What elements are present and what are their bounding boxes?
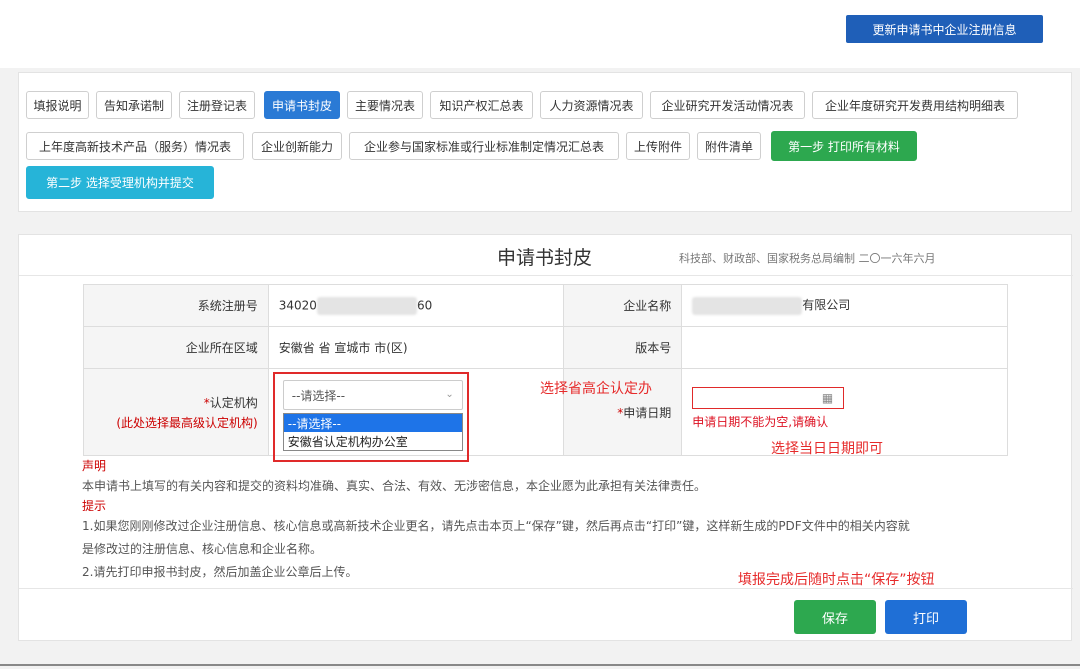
region-value: 安徽省 省 宣城市 市(区) xyxy=(267,326,565,369)
reg-no-prefix: 34020 xyxy=(278,298,317,312)
table-row: 系统注册号 34020 60 企业名称 有限公司 xyxy=(83,284,1008,327)
tab-commitment[interactable]: 告知承诺制 xyxy=(96,91,172,119)
tab-cover[interactable]: 申请书封皮 xyxy=(264,91,340,119)
update-registration-button[interactable]: 更新申请书中企业注册信息 xyxy=(846,15,1043,43)
print-button[interactable]: 打印 xyxy=(885,600,967,634)
bottom-divider xyxy=(0,664,1080,666)
agency-note: (此处选择最高级认定机构) xyxy=(116,415,258,430)
tips-heading: 提示 xyxy=(82,499,107,513)
tab-attachment-list[interactable]: 附件清单 xyxy=(697,132,761,160)
nav-tabs-panel: 填报说明 告知承诺制 注册登记表 申请书封皮 主要情况表 知识产权汇总表 人力资… xyxy=(18,72,1072,212)
tip-line: 是修改过的注册信息、核心信息和企业名称。 xyxy=(82,542,323,556)
date-input[interactable]: ▦ xyxy=(692,387,845,409)
page-title: 申请书封皮 xyxy=(497,247,593,269)
agency-select-area: --请选择-- ⌄ --请选择-- 安徽省认定机构办公室 xyxy=(272,369,554,462)
agency-option[interactable]: --请选择-- xyxy=(283,414,462,432)
tab-hightech-products[interactable]: 上年度高新技术产品（服务）情况表 xyxy=(26,132,244,160)
agency-label-text: 认定机构 xyxy=(209,395,258,410)
date-label-text: 申请日期 xyxy=(623,405,672,420)
agency-label: *认定机构 xyxy=(114,394,258,411)
date-error: 申请日期不能为空,请确认 xyxy=(692,415,829,429)
step2-submit-button[interactable]: 第二步 选择受理机构并提交 xyxy=(26,166,214,199)
tab-hr[interactable]: 人力资源情况表 xyxy=(540,91,643,119)
agency-annotation: 选择省高企认定办 xyxy=(540,381,652,397)
tab-standards[interactable]: 企业参与国家标准或行业标准制定情况汇总表 xyxy=(349,132,619,160)
table-row: 企业所在区域 安徽省 省 宣城市 市(区) 版本号 xyxy=(83,326,1008,369)
agency-label-cell: *认定机构 (此处选择最高级认定机构) xyxy=(83,368,269,456)
company-name-label: 企业名称 xyxy=(563,284,683,327)
tip-line: 1.如果您刚刚修改过企业注册信息、核心信息或高新技术企业更名，请先点击本页上“保… xyxy=(82,519,910,533)
reg-no-value: 34020 60 xyxy=(267,284,565,327)
redacted-mask xyxy=(316,296,417,315)
date-annotation: 选择当日日期即可 xyxy=(771,441,883,457)
top-bar: 更新申请书中企业注册信息 xyxy=(0,0,1080,68)
company-name-suffix: 有限公司 xyxy=(802,298,851,313)
form-subtitle: 科技部、财政部、国家税务总局编制 二〇一六年六月 xyxy=(679,252,936,265)
tab-rd-expenses[interactable]: 企业年度研究开发费用结构明细表 xyxy=(812,91,1018,119)
tab-registration-form[interactable]: 注册登记表 xyxy=(179,91,255,119)
company-name-value: 有限公司 xyxy=(681,284,1008,327)
redacted-mask xyxy=(692,296,803,315)
region-label: 企业所在区域 xyxy=(83,326,269,369)
calendar-icon[interactable]: ▦ xyxy=(822,391,833,405)
tab-upload[interactable]: 上传附件 xyxy=(626,132,690,160)
tab-rd-activities[interactable]: 企业研究开发活动情况表 xyxy=(650,91,805,119)
reg-no-suffix: 60 xyxy=(416,298,433,312)
tab-ip-summary[interactable]: 知识产权汇总表 xyxy=(430,91,533,119)
agency-dropdown: --请选择-- 安徽省认定机构办公室 xyxy=(282,413,463,451)
declaration-heading: 声明 xyxy=(82,459,107,473)
tab-main-info[interactable]: 主要情况表 xyxy=(347,91,423,119)
cover-info-table: 系统注册号 34020 60 企业名称 有限公司 企业所在区域 安徽省 省 宣城市… xyxy=(83,284,1008,462)
save-annotation: 填报完成后随时点击“保存”按钮 xyxy=(738,572,935,588)
tab-innovation[interactable]: 企业创新能力 xyxy=(252,132,342,160)
agency-select-cell: --请选择-- ⌄ --请选择-- 安徽省认定机构办公室 xyxy=(267,368,565,462)
tip-line: 2.请先打印申报书封皮，然后加盖企业公章后上传。 xyxy=(82,565,358,579)
version-label: 版本号 xyxy=(563,326,683,369)
tab-instructions[interactable]: 填报说明 xyxy=(26,91,89,119)
cover-form-panel: 申请书封皮 科技部、财政部、国家税务总局编制 二〇一六年六月 系统注册号 340… xyxy=(18,234,1073,641)
divider xyxy=(19,275,1073,276)
chevron-down-icon: ⌄ xyxy=(445,389,454,400)
step1-print-button[interactable]: 第一步 打印所有材料 xyxy=(771,131,917,161)
reg-no-label: 系统注册号 xyxy=(83,284,269,327)
agency-select[interactable]: --请选择-- ⌄ xyxy=(282,380,463,410)
divider xyxy=(19,588,1073,589)
agency-select-value: --请选择-- xyxy=(291,388,346,403)
save-button[interactable]: 保存 xyxy=(794,600,876,634)
declaration-text: 本申请书上填写的有关内容和提交的资料均准确、真实、合法、有效、无涉密信息，本企业… xyxy=(82,479,707,493)
agency-option[interactable]: 安徽省认定机构办公室 xyxy=(284,432,462,450)
version-value xyxy=(681,326,1008,369)
